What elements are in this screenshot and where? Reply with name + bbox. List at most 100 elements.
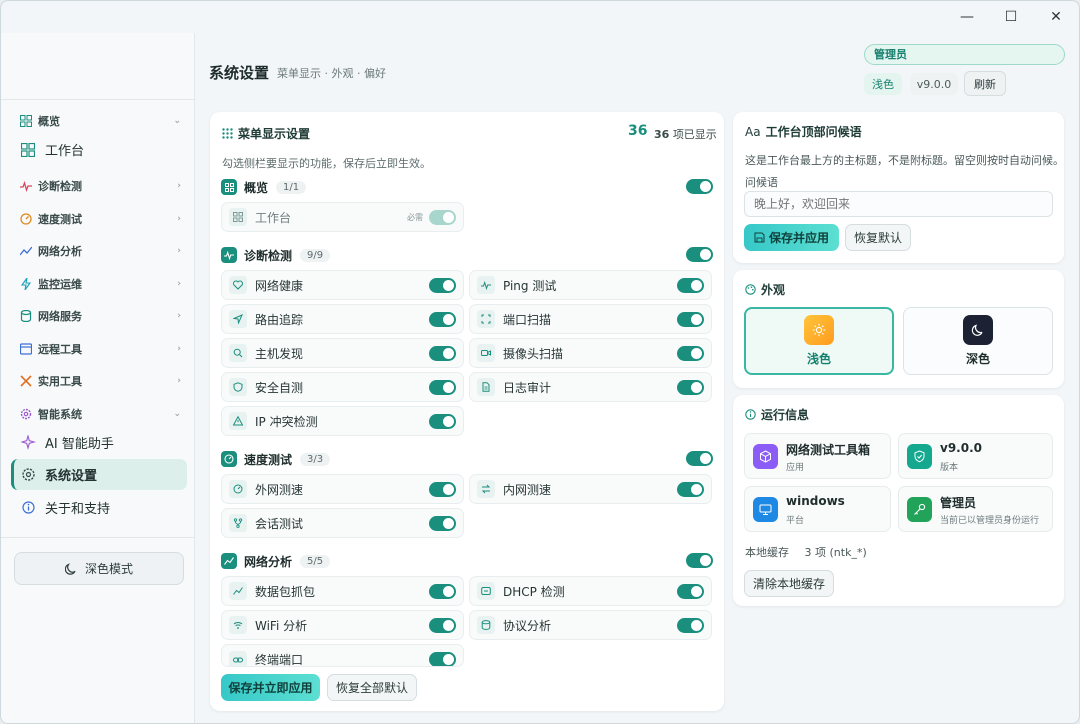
grid-icon (221, 179, 237, 195)
menu-item-toggle[interactable] (677, 584, 704, 599)
menu-item-toggle[interactable] (677, 278, 704, 293)
reset-all-button[interactable]: 恢复全部默认 (327, 674, 417, 701)
save-greeting-button[interactable]: 保存并应用 (744, 224, 839, 251)
gear-icon (19, 407, 33, 421)
server-icon (477, 582, 495, 600)
menu-item-toggle[interactable] (429, 278, 456, 293)
sidebar-group-diagnose[interactable]: 诊断检测 › (19, 175, 181, 197)
sidebar-item-label: 系统设置 (45, 469, 98, 484)
sidebar-group-speed[interactable]: 速度测试 › (19, 208, 181, 230)
refresh-button[interactable]: 刷新 (964, 71, 1006, 96)
chevron-down-icon: ⌄ (173, 409, 181, 419)
sidebar-group-label: 网络服务 (38, 310, 82, 323)
section-overview-toggle[interactable] (686, 179, 713, 194)
menu-item-toggle[interactable] (677, 312, 704, 327)
save-apply-menu-button[interactable]: 保存并立即应用 (221, 674, 320, 701)
database-icon (19, 309, 33, 323)
save-icon (754, 232, 765, 243)
section-name: 速度测试 (244, 452, 293, 467)
sidebar-item-ai[interactable]: AI 智能助手 (11, 427, 187, 458)
menu-item-toggle[interactable] (429, 618, 456, 633)
theme-dark-option[interactable]: 深色 (903, 307, 1053, 375)
sidebar-group-services[interactable]: 网络服务 › (19, 305, 181, 327)
info-tile-label: 应用 (786, 463, 805, 473)
heart-icon (229, 276, 247, 294)
sidebar-group-label: 诊断检测 (38, 180, 82, 193)
menu-item-toggle[interactable] (429, 584, 456, 599)
sidebar-group-smart[interactable]: 智能系统 ⌄ (19, 403, 181, 425)
sidebar-group-monitor[interactable]: 监控运维 › (19, 273, 181, 295)
menu-item-wifi: WiFi 分析 (221, 610, 464, 640)
menu-settings-title-text: 菜单显示设置 (238, 127, 311, 141)
sidebar-item-settings[interactable]: 系统设置 (11, 459, 187, 490)
theme-light-option[interactable]: 浅色 (744, 307, 894, 375)
role-badge: 管理员 (864, 44, 1065, 65)
menu-item-toggle[interactable] (677, 482, 704, 497)
chevron-right-icon: › (177, 214, 181, 224)
section-analysis-toggle[interactable] (686, 553, 713, 568)
maximize-button[interactable]: ☐ (988, 1, 1034, 33)
menu-item-toggle[interactable] (429, 312, 456, 327)
menu-item-toggle[interactable] (429, 346, 456, 361)
greeting-title-text: 工作台顶部问候语 (765, 125, 862, 139)
palette-icon (745, 284, 756, 295)
info-tile-value: 管理员 (940, 496, 977, 510)
menu-item-host-discovery: 主机发现 (221, 338, 464, 368)
section-count: 3/3 (300, 452, 331, 466)
sidebar-group-label: 监控运维 (38, 278, 82, 291)
chart-icon (221, 553, 237, 569)
sun-icon (804, 315, 834, 345)
pulse-icon (19, 179, 33, 193)
menu-item-toggle[interactable] (429, 380, 456, 395)
sidebar-group-utilities[interactable]: 实用工具 › (19, 370, 181, 392)
info-tile-value: windows (786, 494, 845, 508)
menu-item-workspace: 工作台 必需 (221, 202, 464, 232)
menu-item-toggle[interactable] (429, 414, 456, 429)
minimize-button[interactable]: — (944, 1, 990, 33)
save-greeting-label: 保存并应用 (768, 231, 829, 245)
theme-light-label: 浅色 (806, 352, 831, 366)
menu-item-toggle[interactable] (429, 482, 456, 497)
swap-icon (477, 480, 495, 498)
menu-item-toggle (429, 210, 456, 225)
grid-icon (19, 141, 37, 159)
section-speed-toggle[interactable] (686, 451, 713, 466)
sidebar-item-about[interactable]: 关于和支持 (11, 492, 187, 523)
sidebar-item-label: AI 智能助手 (45, 437, 114, 452)
gauge-icon (19, 212, 33, 226)
pulse-icon (221, 247, 237, 263)
menu-item-toggle[interactable] (677, 346, 704, 361)
cache-value: 3 项 (ntk_*) (804, 546, 867, 559)
dark-mode-button[interactable]: 深色模式 (14, 552, 184, 585)
close-button[interactable]: ✕ (1033, 1, 1079, 33)
greeting-input[interactable] (744, 191, 1053, 217)
info-icon (19, 499, 37, 517)
sparkle-icon (19, 434, 37, 452)
menu-item-toggle[interactable] (429, 652, 456, 666)
menu-item-label: 工作台 (255, 210, 292, 225)
chevron-right-icon: › (177, 344, 181, 354)
menu-item-toggle[interactable] (429, 516, 456, 531)
menu-item-security-test: 安全自测 (221, 372, 464, 402)
visible-count-number: 36 (654, 128, 670, 141)
sidebar-divider (1, 537, 195, 538)
info-icon (745, 409, 756, 420)
menu-item-toggle[interactable] (677, 618, 704, 633)
info-tile-role: 管理员 当前已以管理员身份运行 (898, 486, 1053, 532)
sidebar-item-workspace[interactable]: 工作台 (11, 134, 187, 165)
chart-icon (229, 582, 247, 600)
sidebar-group-remote[interactable]: 远程工具 › (19, 338, 181, 360)
menu-settings-desc: 勾选侧栏要显示的功能，保存后立即生效。 (222, 157, 431, 170)
greeting-label: 问候语 (745, 176, 778, 189)
reset-greeting-button[interactable]: 恢复默认 (845, 224, 911, 251)
section-diagnose-toggle[interactable] (686, 247, 713, 262)
menu-item-protocol: 协议分析 (469, 610, 712, 640)
menu-item-camera-scan: 摄像头扫描 (469, 338, 712, 368)
cache-info: 本地缓存 3 项 (ntk_*) (745, 544, 867, 560)
sidebar-group-overview[interactable]: 概览 ⌄ (19, 110, 181, 132)
menu-item-toggle[interactable] (677, 380, 704, 395)
clear-cache-button[interactable]: 清除本地缓存 (744, 570, 834, 597)
sidebar-group-analysis[interactable]: 网络分析 › (19, 240, 181, 262)
section-count: 5/5 (300, 554, 331, 568)
visible-count-text: 36 项已显示 (654, 126, 717, 142)
